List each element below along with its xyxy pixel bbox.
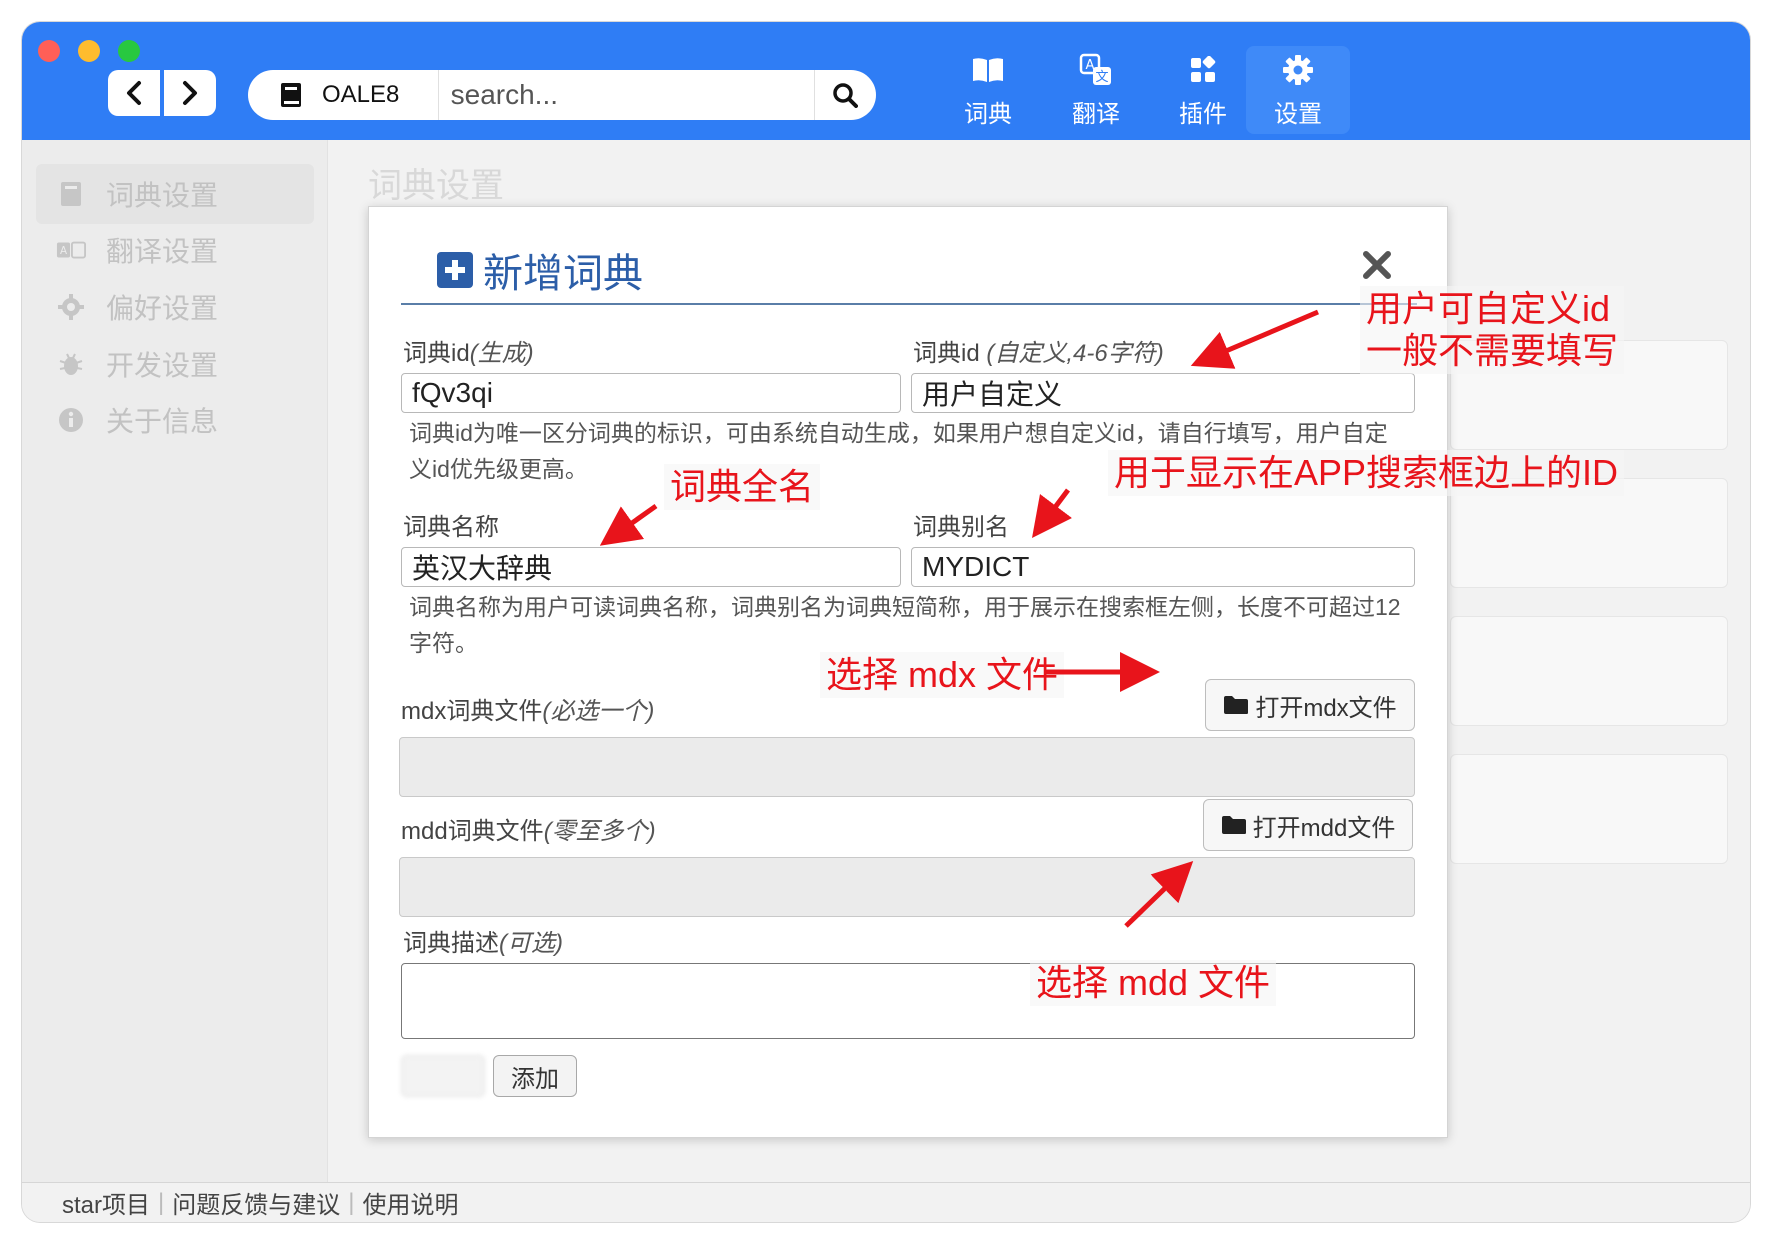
- close-window-button[interactable]: [38, 40, 60, 62]
- open-mdd-label: 打开mdd文件: [1252, 814, 1396, 842]
- modal-title: 新增词典: [437, 241, 643, 299]
- dict-card: [1450, 616, 1728, 726]
- open-mdd-button[interactable]: 打开mdd文件: [1203, 799, 1413, 851]
- blurred-button[interactable]: [401, 1055, 485, 1097]
- tab-plugins-label: 插件: [1179, 100, 1227, 128]
- footer-link-star[interactable]: star项目: [62, 1185, 150, 1220]
- tab-settings-label: 设置: [1274, 100, 1322, 128]
- svg-text:文: 文: [1095, 70, 1108, 85]
- sidebar-item-label: 词典设置: [106, 180, 219, 211]
- dict-alias-field[interactable]: [911, 547, 1415, 587]
- tab-dictionary-label: 词典: [964, 100, 1012, 128]
- search-icon: [833, 83, 859, 108]
- search-button[interactable]: [813, 70, 876, 120]
- translate-icon: A文: [1079, 53, 1111, 85]
- plus-square-icon: [437, 252, 473, 288]
- sidebar-item-dictionary[interactable]: 词典设置: [36, 164, 314, 224]
- mdd-file-list: [399, 857, 1415, 917]
- tab-translate[interactable]: A文 翻译: [1044, 46, 1148, 134]
- gear-icon: [58, 294, 84, 320]
- zoom-window-button[interactable]: [118, 40, 140, 62]
- annotation-custom-id: 用户可自定义id 一般不需要填写: [1360, 286, 1625, 374]
- close-icon: [1363, 251, 1391, 279]
- chevron-left-icon: [127, 81, 141, 105]
- back-button[interactable]: [108, 70, 160, 116]
- page-title: 词典设置: [368, 167, 504, 205]
- footer-link-help[interactable]: 使用说明: [362, 1185, 458, 1220]
- chevron-right-icon: [183, 81, 197, 105]
- sidebar-item-label: 开发设置: [106, 350, 219, 381]
- tab-dictionary[interactable]: 词典: [936, 46, 1040, 134]
- titlebar: OALE8 词典 A文 翻译 插件 设置: [22, 22, 1750, 140]
- footer-link-feedback[interactable]: 问题反馈与建议: [172, 1185, 340, 1220]
- sidebar-item-label: 翻译设置: [106, 236, 219, 267]
- mdx-file-list: [399, 737, 1415, 797]
- sidebar-item-developer[interactable]: 开发设置: [36, 334, 314, 394]
- book-icon: [281, 83, 301, 107]
- bug-icon: [59, 353, 83, 375]
- svg-text:A: A: [60, 245, 67, 257]
- dict-card: [1450, 754, 1728, 864]
- search-input[interactable]: [438, 70, 814, 120]
- dict-alias-label: 词典别名: [913, 514, 1009, 541]
- sidebar-item-about[interactable]: 关于信息: [36, 390, 314, 450]
- book-open-icon: [973, 57, 1003, 82]
- dict-name-help-text: 词典名称为用户可读词典名称，词典别名为词典短简称，用于展示在搜索框左侧，长度不可…: [409, 594, 1401, 656]
- sidebar: 词典设置 A 翻译设置 偏好设置 开发设置 关于信息: [22, 140, 328, 1194]
- tab-plugins[interactable]: 插件: [1151, 46, 1255, 134]
- translate-icon: A: [56, 241, 86, 259]
- dict-name-label: 词典名称: [403, 514, 499, 541]
- dict-id-generated-field[interactable]: [401, 373, 901, 413]
- footer: star项目 | 问题反馈与建议 | 使用说明: [22, 1182, 1750, 1222]
- dict-id-custom-label: 词典id (自定义,4-6字符): [913, 340, 1164, 367]
- annotation-select-mdx: 选择 mdx 文件: [820, 652, 1065, 698]
- open-mdx-label: 打开mdx文件: [1255, 694, 1397, 722]
- sidebar-item-label: 偏好设置: [106, 293, 219, 324]
- open-mdx-button[interactable]: 打开mdx文件: [1205, 679, 1415, 731]
- mdd-file-label: mdd词典文件(零至多个): [401, 818, 656, 845]
- dict-description-label: 词典描述(可选): [403, 930, 563, 957]
- dict-selector[interactable]: OALE8: [248, 70, 439, 120]
- dict-selector-label: OALE8: [322, 81, 400, 108]
- tab-translate-label: 翻译: [1072, 100, 1120, 128]
- tab-settings[interactable]: 设置: [1246, 46, 1350, 134]
- dict-id-custom-field[interactable]: [911, 373, 1415, 413]
- puzzle-icon: [1191, 55, 1216, 82]
- annotation-select-mdd: 选择 mdd 文件: [1030, 960, 1277, 1006]
- mdx-file-label: mdx词典文件(必选一个): [401, 698, 655, 725]
- add-button[interactable]: 添加: [493, 1055, 577, 1097]
- dict-name-field[interactable]: [401, 547, 901, 587]
- book-icon: [61, 182, 81, 206]
- modal-close-button[interactable]: [1359, 247, 1395, 283]
- forward-button[interactable]: [164, 70, 216, 116]
- folder-icon: [1224, 696, 1249, 714]
- folder-icon: [1221, 816, 1246, 834]
- annotation-alias: 用于显示在APP搜索框边上的ID: [1108, 450, 1625, 496]
- modal-title-text: 新增词典: [483, 252, 643, 296]
- info-icon: [59, 408, 83, 432]
- dict-id-generated-label: 词典id(生成): [403, 340, 534, 367]
- minimize-window-button[interactable]: [78, 40, 100, 62]
- modal-divider: [401, 303, 1417, 305]
- app-window: OALE8 词典 A文 翻译 插件 设置 词典设置: [22, 22, 1750, 1222]
- search-bar: OALE8: [248, 70, 876, 120]
- sidebar-item-label: 关于信息: [106, 406, 219, 437]
- annotation-full-name: 词典全名: [664, 464, 821, 510]
- gear-icon: [1283, 54, 1313, 85]
- sidebar-item-translate[interactable]: A 翻译设置: [36, 220, 314, 280]
- sidebar-item-preferences[interactable]: 偏好设置: [36, 277, 314, 337]
